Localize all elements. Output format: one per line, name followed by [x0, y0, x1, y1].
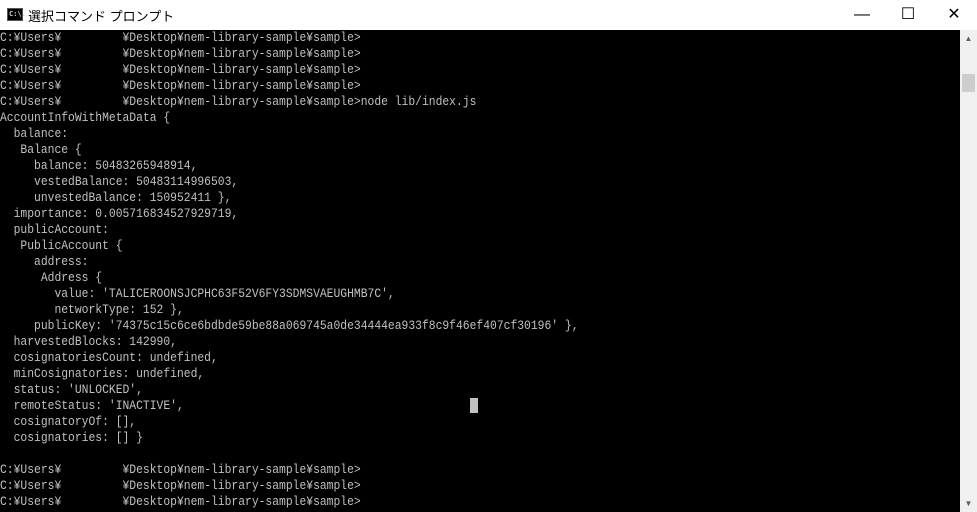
console-line: C:¥Users¥ ¥Desktop¥nem-library-sample¥sa… — [0, 494, 361, 509]
console-line: vestedBalance: 50483114996503, — [0, 174, 239, 189]
console-line: value: 'TALICEROONSJCPHC63F52V6FY3SDMSVA… — [0, 286, 395, 301]
cmd-icon-label: C:\. — [9, 10, 26, 18]
text-cursor — [470, 398, 478, 413]
console-line: C:¥Users¥ ¥Desktop¥nem-library-sample¥sa… — [0, 30, 361, 45]
console-line: balance: 50483265948914, — [0, 158, 198, 173]
maximize-button[interactable]: ☐ — [885, 0, 931, 30]
console-line: PublicAccount { — [0, 238, 123, 253]
console-line: balance: — [0, 126, 69, 141]
close-button[interactable]: ✕ — [931, 0, 977, 30]
console-line: unvestedBalance: 150952411 }, — [0, 190, 232, 205]
console-line: cosignatoriesCount: undefined, — [0, 350, 218, 365]
console-line: remoteStatus: 'INACTIVE', — [0, 398, 184, 413]
console-line: networkType: 152 }, — [0, 302, 184, 317]
console-line: C:¥Users¥ ¥Desktop¥nem-library-sample¥sa… — [0, 62, 361, 77]
window-title: 選択コマンド プロンプト — [28, 9, 175, 24]
console-line: C:¥Users¥ ¥Desktop¥nem-library-sample¥sa… — [0, 46, 361, 61]
vertical-scrollbar[interactable]: ▲ ▼ — [960, 30, 977, 512]
console-output[interactable]: C:¥Users¥ ¥Desktop¥nem-library-sample¥sa… — [0, 30, 960, 512]
console-line: cosignatories: [] } — [0, 430, 143, 445]
console-line: Balance { — [0, 142, 82, 157]
console-line: Address { — [0, 270, 103, 285]
console-line: harvestedBlocks: 142990, — [0, 334, 177, 349]
console-line: status: 'UNLOCKED', — [0, 382, 143, 397]
console-line: publicAccount: — [0, 222, 109, 237]
console-line: C:¥Users¥ ¥Desktop¥nem-library-sample¥sa… — [0, 462, 361, 477]
console-line: importance: 0.005716834527929719, — [0, 206, 239, 221]
console-line: C:¥Users¥ ¥Desktop¥nem-library-sample¥sa… — [0, 478, 361, 493]
cmd-icon[interactable]: C:\. — [7, 8, 26, 21]
console-line: AccountInfoWithMetaData { — [0, 110, 171, 125]
scroll-up-arrow-icon[interactable]: ▲ — [960, 30, 977, 47]
console-line: C:¥Users¥ ¥Desktop¥nem-library-sample¥sa… — [0, 78, 361, 93]
scrollbar-thumb[interactable] — [962, 74, 975, 92]
console-line: cosignatoryOf: [], — [0, 414, 137, 429]
console-line: publicKey: '74375c15c6ce6bdbde59be88a069… — [0, 318, 579, 333]
console-line: minCosignatories: undefined, — [0, 366, 205, 381]
console-line: address: — [0, 254, 89, 269]
minimize-button[interactable]: — — [839, 0, 885, 30]
console-line: C:¥Users¥ ¥Desktop¥nem-library-sample¥sa… — [0, 94, 477, 109]
title-bar[interactable]: C:\. 選択コマンド プロンプト — ☐ ✕ — [0, 0, 977, 30]
scroll-down-arrow-icon[interactable]: ▼ — [960, 495, 977, 512]
